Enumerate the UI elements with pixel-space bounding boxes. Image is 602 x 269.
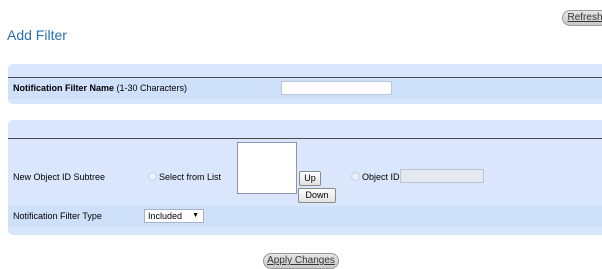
subtree-panel: New Object ID Subtree Select from List U… <box>8 120 602 235</box>
page-title: Add Filter <box>7 27 67 43</box>
object-id-radio[interactable] <box>351 172 360 181</box>
chevron-down-icon: ▼ <box>192 212 199 219</box>
object-id-input[interactable] <box>400 169 484 183</box>
filter-type-row: Notification Filter Type Included ▼ <box>8 206 602 227</box>
refresh-button[interactable]: Refresh <box>562 10 602 26</box>
filter-name-row: Notification Filter Name (1-30 Character… <box>8 79 602 99</box>
filter-name-input[interactable] <box>281 81 392 95</box>
subtree-label: New Object ID Subtree <box>13 172 106 182</box>
up-button[interactable]: Up <box>299 171 321 186</box>
filter-type-label: Notification Filter Type <box>13 211 102 221</box>
filter-type-value: Included <box>148 211 183 221</box>
object-id-listbox[interactable] <box>237 142 297 194</box>
filter-name-hint: (1-30 Characters) <box>114 83 188 93</box>
object-id-label: Object ID <box>362 172 400 182</box>
down-button[interactable]: Down <box>298 188 336 203</box>
select-from-list-label: Select from List <box>159 172 222 182</box>
filter-name-panel: Notification Filter Name (1-30 Character… <box>8 64 602 104</box>
select-from-list-radio[interactable] <box>148 172 157 181</box>
filter-name-label: Notification Filter Name (1-30 Character… <box>13 83 187 93</box>
panel-divider <box>8 138 602 139</box>
apply-changes-button[interactable]: Apply Changes <box>263 253 339 269</box>
filter-name-label-bold: Notification Filter Name <box>13 83 115 93</box>
filter-type-select[interactable]: Included ▼ <box>144 209 204 223</box>
panel-divider <box>8 77 602 78</box>
